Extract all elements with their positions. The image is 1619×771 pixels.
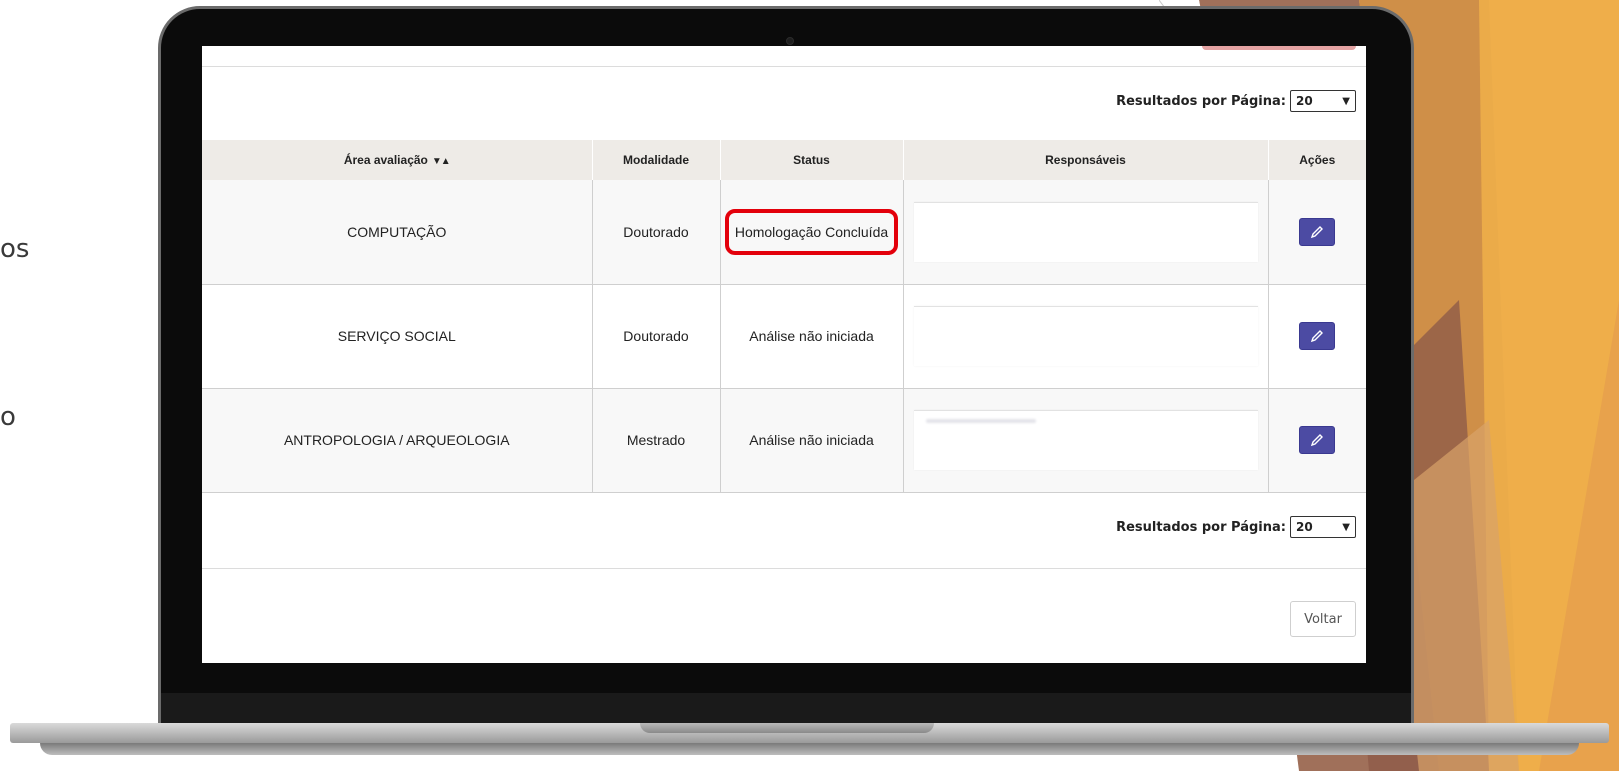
divider [202, 66, 1366, 67]
column-header-modalidade: Modalidade [591, 140, 720, 180]
laptop-base [0, 723, 1619, 771]
cell-responsaveis [902, 284, 1268, 389]
pencil-icon [1311, 225, 1324, 238]
divider [202, 568, 1366, 569]
cell-modalidade: Doutorado [591, 180, 720, 285]
cell-acoes [1267, 180, 1366, 285]
redacted-text [925, 419, 1036, 423]
results-per-page-top: Resultados por Página: 20 ▼ [1116, 90, 1356, 112]
trackpad-notch [640, 723, 934, 733]
cell-area: COMPUTAÇÃO [202, 180, 592, 285]
chevron-down-icon: ▼ [1342, 521, 1350, 533]
table-row: SERVIÇO SOCIAL Doutorado Análise não ini… [202, 284, 1366, 389]
table-row: ANTROPOLOGIA / ARQUEOLOGIA Mestrado Anál… [202, 388, 1366, 493]
column-header-area[interactable]: Área avaliação ▼▲ [202, 140, 592, 180]
cell-area: ANTROPOLOGIA / ARQUEOLOGIA [202, 388, 592, 493]
results-per-page-select[interactable]: 20 ▼ [1290, 516, 1356, 538]
chevron-down-icon: ▼ [1342, 95, 1350, 107]
column-header-responsaveis: Responsáveis [902, 140, 1268, 180]
responsaveis-box [913, 201, 1258, 262]
edit-button[interactable] [1299, 426, 1336, 454]
pencil-icon [1311, 434, 1324, 447]
camera-icon [786, 37, 794, 45]
table-header-row: Área avaliação ▼▲ Modalidade Status Respo… [202, 140, 1366, 180]
results-per-page-label: Resultados por Página: [1116, 93, 1286, 109]
cell-modalidade: Doutorado [591, 284, 720, 389]
edit-button[interactable] [1299, 217, 1336, 246]
cell-status: Homologação Concluída [719, 180, 903, 285]
side-text-line-2: o [0, 402, 16, 432]
cell-area: SERVIÇO SOCIAL [202, 284, 592, 389]
pencil-icon [1311, 330, 1324, 343]
cell-acoes [1267, 284, 1366, 389]
column-header-acoes: Ações [1267, 140, 1366, 180]
results-per-page-label: Resultados por Página: [1116, 519, 1286, 535]
table-row: COMPUTAÇÃO Doutorado Homologação Concluí… [202, 180, 1366, 285]
top-action-button[interactable] [1202, 46, 1356, 50]
results-per-page-select[interactable]: 20 ▼ [1290, 90, 1356, 112]
cell-acoes [1267, 388, 1366, 493]
back-button[interactable]: Voltar [1290, 601, 1356, 637]
cell-responsaveis [902, 388, 1268, 493]
column-header-status: Status [719, 140, 903, 180]
side-text-line-1: os [0, 234, 30, 264]
responsaveis-box [913, 410, 1258, 470]
responsaveis-box [913, 306, 1258, 366]
evaluation-table: Área avaliação ▼▲ Modalidade Status Respo… [202, 140, 1366, 493]
results-per-page-bottom: Resultados por Página: 20 ▼ [1116, 516, 1356, 538]
sort-icon[interactable]: ▼▲ [432, 156, 451, 167]
cell-modalidade: Mestrado [591, 388, 720, 493]
edit-button[interactable] [1299, 322, 1336, 350]
cell-responsaveis [902, 180, 1268, 285]
cell-status: Análise não iniciada [719, 388, 903, 493]
cell-status: Análise não iniciada [719, 284, 903, 389]
app-screen: Resultados por Página: 20 ▼ Área avaliaç… [202, 46, 1366, 663]
status-highlight: Homologação Concluída [724, 208, 899, 255]
